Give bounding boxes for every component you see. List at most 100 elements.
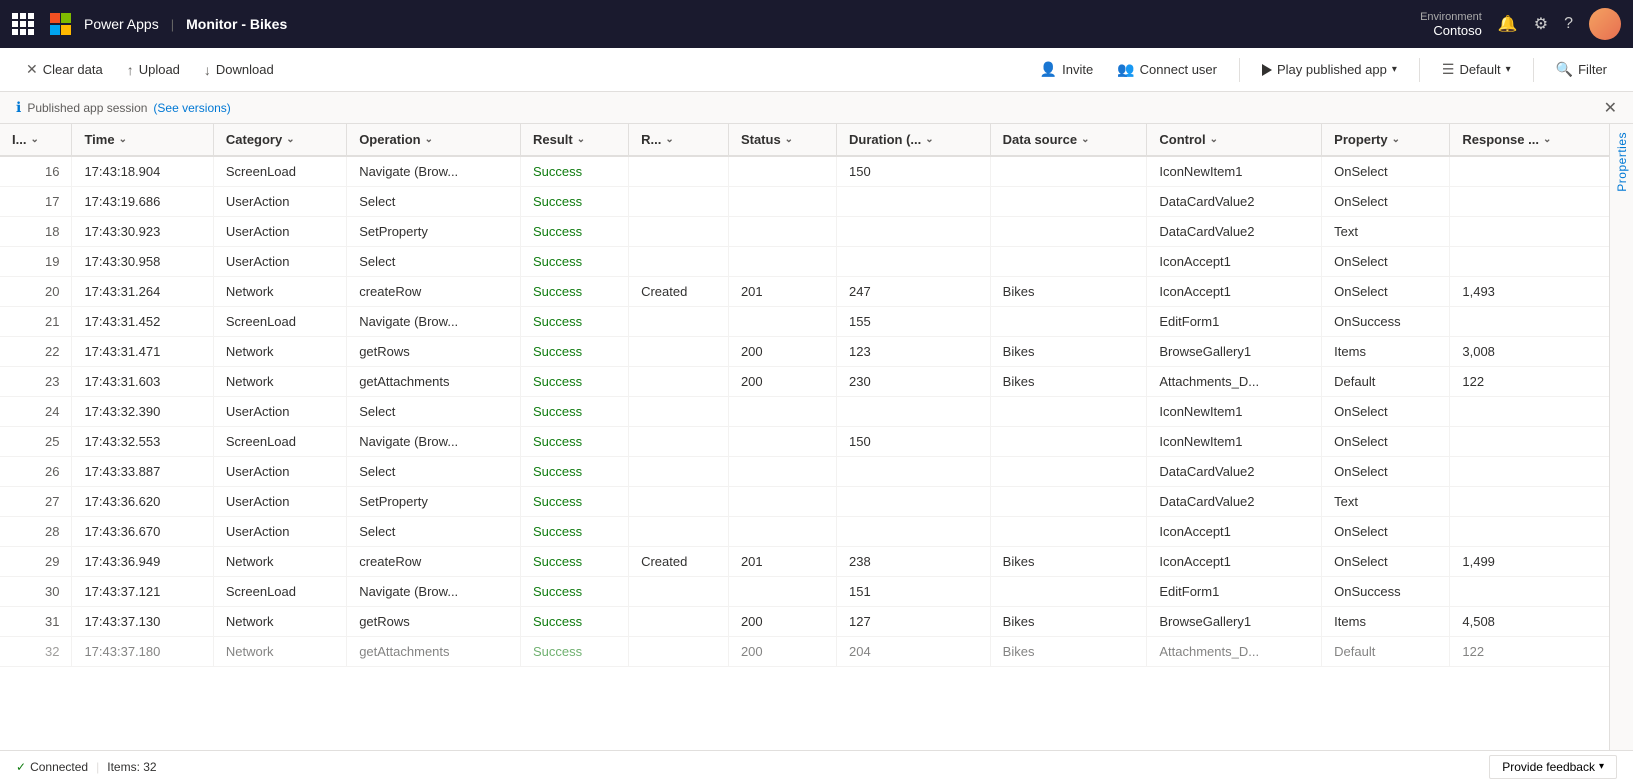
table-cell: Bikes (990, 607, 1147, 637)
table-cell: getAttachments (347, 367, 521, 397)
table-cell (629, 307, 729, 337)
table-cell: IconAccept1 (1147, 247, 1322, 277)
title-separator: | (171, 17, 174, 32)
table-cell: Attachments_D... (1147, 367, 1322, 397)
table-row[interactable]: 2417:43:32.390UserActionSelectSuccessIco… (0, 397, 1609, 427)
settings-icon[interactable]: ⚙ (1534, 14, 1548, 34)
table-row[interactable]: 2217:43:31.471NetworkgetRowsSuccess20012… (0, 337, 1609, 367)
table-row[interactable]: 1917:43:30.958UserActionSelectSuccessIco… (0, 247, 1609, 277)
table-cell: SetProperty (347, 217, 521, 247)
table-cell: 247 (837, 277, 991, 307)
col-category[interactable]: Category ⌄ (213, 124, 346, 156)
col-result[interactable]: Result ⌄ (520, 124, 628, 156)
table-cell: Navigate (Brow... (347, 156, 521, 187)
table-row[interactable]: 3017:43:37.121ScreenLoadNavigate (Brow..… (0, 577, 1609, 607)
table-cell: Bikes (990, 367, 1147, 397)
table-cell: OnSelect (1322, 547, 1450, 577)
col-response[interactable]: Response ... ⌄ (1450, 124, 1609, 156)
table-cell (1450, 397, 1609, 427)
table-cell: Bikes (990, 547, 1147, 577)
table-cell: 17:43:32.390 (72, 397, 213, 427)
table-cell: 30 (0, 577, 72, 607)
table-cell: 31 (0, 607, 72, 637)
table-cell: Bikes (990, 277, 1147, 307)
table-cell (1450, 307, 1609, 337)
table-cell: Success (520, 577, 628, 607)
table-cell: IconNewItem1 (1147, 427, 1322, 457)
table-cell: Success (520, 487, 628, 517)
table-cell: Success (520, 607, 628, 637)
table-cell: 19 (0, 247, 72, 277)
data-table-container[interactable]: I... ⌄ Time ⌄ Category ⌄ (0, 124, 1609, 750)
invite-button[interactable]: 👤 Invite (1030, 55, 1104, 84)
col-id[interactable]: I... ⌄ (0, 124, 72, 156)
table-cell: 22 (0, 337, 72, 367)
table-row[interactable]: 2017:43:31.264NetworkcreateRowSuccessCre… (0, 277, 1609, 307)
table-cell (629, 217, 729, 247)
filter-button[interactable]: 🔍 Filter (1546, 55, 1617, 84)
table-row[interactable]: 1617:43:18.904ScreenLoadNavigate (Brow..… (0, 156, 1609, 187)
table-cell (990, 187, 1147, 217)
info-icon: ℹ (16, 99, 21, 116)
notification-icon[interactable]: 🔔 (1498, 14, 1518, 34)
table-cell: 18 (0, 217, 72, 247)
table-cell: Default (1322, 637, 1450, 667)
table-cell: DataCardValue2 (1147, 187, 1322, 217)
play-icon (1262, 64, 1272, 76)
table-row[interactable]: 1717:43:19.686UserActionSelectSuccessDat… (0, 187, 1609, 217)
col-control[interactable]: Control ⌄ (1147, 124, 1322, 156)
table-row[interactable]: 2117:43:31.452ScreenLoadNavigate (Brow..… (0, 307, 1609, 337)
table-cell (1450, 217, 1609, 247)
table-row[interactable]: 2317:43:31.603NetworkgetAttachmentsSucce… (0, 367, 1609, 397)
see-versions-link[interactable]: (See versions) (153, 101, 230, 115)
default-button[interactable]: ☰ Default ▾ (1432, 55, 1521, 84)
table-row[interactable]: 2717:43:36.620UserActionSetPropertySucce… (0, 487, 1609, 517)
items-count: Items: 32 (107, 760, 156, 774)
table-row[interactable]: 2617:43:33.887UserActionSelectSuccessDat… (0, 457, 1609, 487)
download-button[interactable]: ↓ Download (194, 56, 284, 84)
table-cell: 17:43:30.923 (72, 217, 213, 247)
table-cell (728, 397, 836, 427)
table-cell: IconNewItem1 (1147, 397, 1322, 427)
table-cell: ScreenLoad (213, 156, 346, 187)
provide-feedback-button[interactable]: Provide feedback ▾ (1489, 755, 1617, 779)
info-close-button[interactable]: ✕ (1604, 98, 1617, 118)
properties-panel[interactable]: Properties (1609, 124, 1633, 750)
table-cell: Items (1322, 607, 1450, 637)
table-cell: Success (520, 247, 628, 277)
col-datasource[interactable]: Data source ⌄ (990, 124, 1147, 156)
table-cell: ScreenLoad (213, 577, 346, 607)
col-time[interactable]: Time ⌄ (72, 124, 213, 156)
col-status[interactable]: Status ⌄ (728, 124, 836, 156)
table-row[interactable]: 1817:43:30.923UserActionSetPropertySucce… (0, 217, 1609, 247)
col-operation[interactable]: Operation ⌄ (347, 124, 521, 156)
table-row[interactable]: 2517:43:32.553ScreenLoadNavigate (Brow..… (0, 427, 1609, 457)
waffle-icon[interactable] (12, 13, 34, 35)
table-row[interactable]: 2817:43:36.670UserActionSelectSuccessIco… (0, 517, 1609, 547)
sort-datasource-icon: ⌄ (1081, 134, 1089, 145)
col-duration[interactable]: Duration (... ⌄ (837, 124, 991, 156)
status-bar: ✓ Connected | Items: 32 Provide feedback… (0, 750, 1633, 782)
table-cell: OnSelect (1322, 156, 1450, 187)
col-property[interactable]: Property ⌄ (1322, 124, 1450, 156)
play-published-app-button[interactable]: Play published app ▾ (1252, 56, 1407, 83)
table-cell (629, 487, 729, 517)
feedback-label: Provide feedback (1502, 760, 1595, 774)
table-cell: 17:43:18.904 (72, 156, 213, 187)
table-row[interactable]: 3217:43:37.180NetworkgetAttachmentsSucce… (0, 637, 1609, 667)
table-cell (990, 397, 1147, 427)
col-r[interactable]: R... ⌄ (629, 124, 729, 156)
upload-button[interactable]: ↑ Upload (117, 56, 190, 84)
table-row[interactable]: 3117:43:37.130NetworkgetRowsSuccess20012… (0, 607, 1609, 637)
table-cell: 230 (837, 367, 991, 397)
table-cell: Items (1322, 337, 1450, 367)
table-cell (629, 457, 729, 487)
table-cell: 200 (728, 337, 836, 367)
table-row[interactable]: 2917:43:36.949NetworkcreateRowSuccessCre… (0, 547, 1609, 577)
clear-data-button[interactable]: ✕ Clear data (16, 55, 113, 84)
help-icon[interactable]: ? (1564, 15, 1573, 33)
user-avatar[interactable] (1589, 8, 1621, 40)
table-cell: OnSuccess (1322, 577, 1450, 607)
table-cell (629, 427, 729, 457)
connect-user-button[interactable]: 👥 Connect user (1107, 55, 1227, 84)
